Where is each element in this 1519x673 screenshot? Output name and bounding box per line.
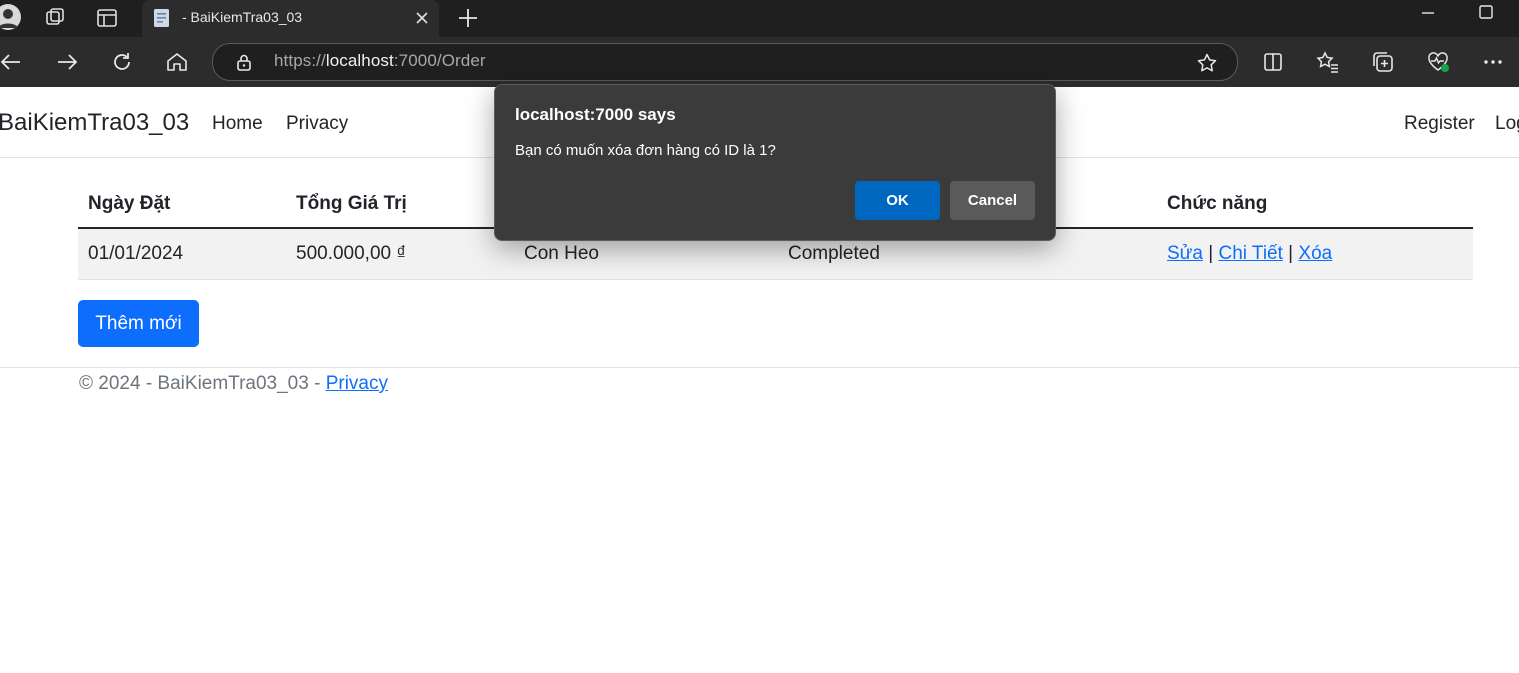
nav-link-login[interactable]: Log xyxy=(1495,113,1519,135)
favorite-star-icon[interactable] xyxy=(1196,52,1218,74)
cell-order-date: 01/01/2024 xyxy=(78,228,286,280)
dialog-title: localhost:7000 says xyxy=(515,105,676,124)
dialog-message: Bạn có muốn xóa đơn hàng có ID là 1? xyxy=(515,142,776,159)
new-tab-icon[interactable] xyxy=(455,5,481,31)
action-separator: | xyxy=(1208,243,1214,264)
action-separator: | xyxy=(1288,243,1294,264)
profile-avatar-icon[interactable] xyxy=(0,3,22,31)
address-bar[interactable]: https://localhost:7000/Order xyxy=(212,43,1238,81)
column-header-order-date: Ngày Đặt xyxy=(78,180,286,229)
column-header-actions: Chức năng xyxy=(1157,180,1473,229)
browser-toolbar: https://localhost:7000/Order xyxy=(0,37,1519,87)
footer-privacy-link[interactable]: Privacy xyxy=(326,373,388,394)
nav-link-register[interactable]: Register xyxy=(1404,113,1475,135)
refresh-icon[interactable] xyxy=(109,49,135,75)
forward-icon[interactable] xyxy=(54,49,80,75)
edit-link[interactable]: Sửa xyxy=(1167,243,1203,264)
tab-actions-icon[interactable] xyxy=(94,5,120,31)
browser-tab-bar: - BaiKiemTra03_03 xyxy=(0,0,1519,37)
collections-icon[interactable] xyxy=(1370,49,1396,75)
url-text: https://localhost:7000/Order xyxy=(274,51,486,70)
confirm-dialog: localhost:7000 says Bạn có muốn xóa đơn … xyxy=(494,84,1056,241)
close-tab-icon[interactable] xyxy=(412,8,432,28)
active-tab[interactable]: - BaiKiemTra03_03 xyxy=(142,0,439,37)
nav-link-privacy[interactable]: Privacy xyxy=(286,113,348,135)
delete-link[interactable]: Xóa xyxy=(1298,243,1332,264)
workspaces-icon[interactable] xyxy=(42,5,68,31)
more-options-icon[interactable] xyxy=(1480,49,1506,75)
page-favicon-icon xyxy=(154,9,169,27)
lock-icon[interactable] xyxy=(234,52,254,72)
footer-copyright: © 2024 - BaiKiemTra03_03 - xyxy=(79,373,326,394)
cancel-button[interactable]: Cancel xyxy=(950,181,1035,220)
nav-link-home[interactable]: Home xyxy=(212,113,263,135)
minimize-window-icon[interactable] xyxy=(1418,3,1438,23)
site-brand[interactable]: BaiKiemTra03_03 xyxy=(0,109,189,137)
page-footer: © 2024 - BaiKiemTra03_03 - Privacy xyxy=(79,373,388,395)
browser-essentials-icon[interactable] xyxy=(1425,49,1451,75)
cell-total-value: 500.000,00 ₫ xyxy=(286,228,514,280)
add-new-button[interactable]: Thêm mới xyxy=(78,300,199,347)
back-icon[interactable] xyxy=(0,49,24,75)
details-link[interactable]: Chi Tiết xyxy=(1218,243,1282,264)
maximize-window-icon[interactable] xyxy=(1476,3,1496,23)
home-icon[interactable] xyxy=(164,49,190,75)
split-screen-icon[interactable] xyxy=(1260,49,1286,75)
column-header-total-value: Tổng Giá Trị xyxy=(286,180,514,229)
cell-actions: Sửa | Chi Tiết | Xóa xyxy=(1157,228,1473,280)
ok-button[interactable]: OK xyxy=(855,181,940,220)
footer-divider xyxy=(0,367,1519,368)
favorites-icon[interactable] xyxy=(1315,49,1341,75)
tab-title: - BaiKiemTra03_03 xyxy=(182,9,303,25)
